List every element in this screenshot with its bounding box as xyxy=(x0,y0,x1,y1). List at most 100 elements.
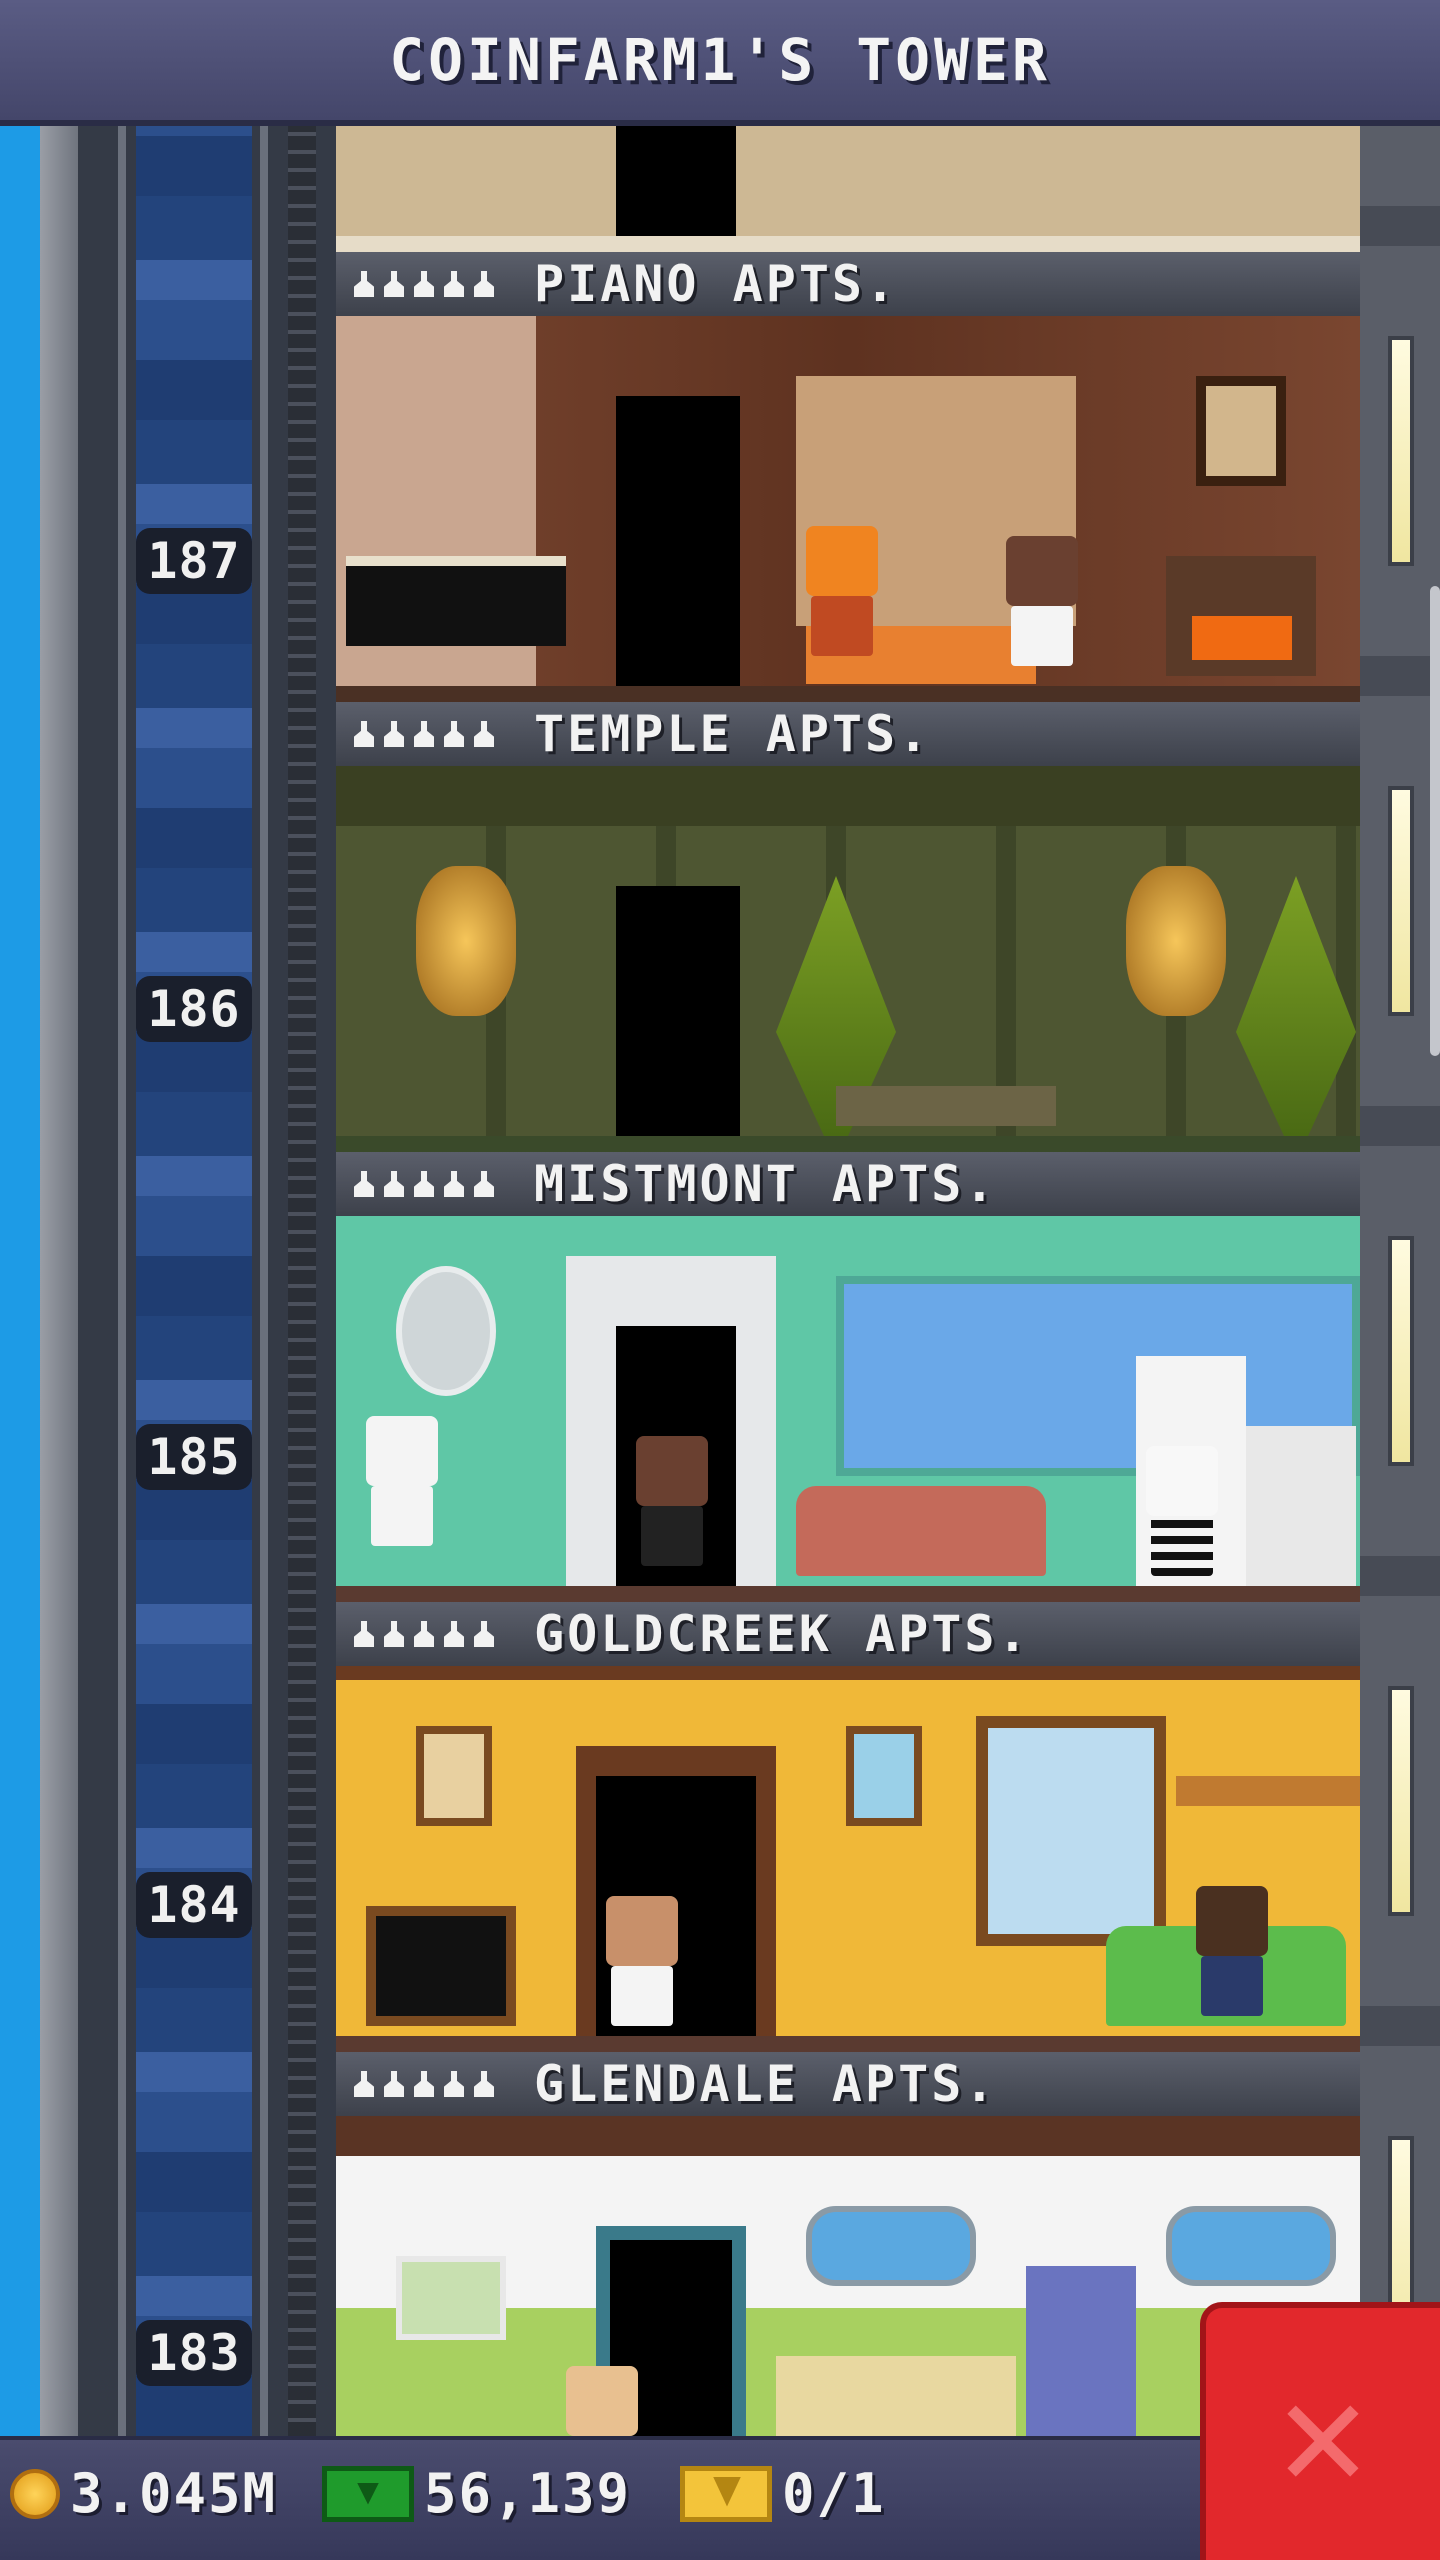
star-icon xyxy=(444,271,464,297)
door xyxy=(616,126,736,238)
window-light-icon xyxy=(1388,786,1414,1016)
coins-value: 3.045M xyxy=(70,2462,278,2525)
room-interior xyxy=(336,316,1360,702)
doctor-bitizen[interactable] xyxy=(1006,536,1078,666)
golden-head-statue-icon xyxy=(416,866,516,1016)
title-bar: COINFARM1'S TOWER xyxy=(0,0,1440,126)
bux-counter[interactable]: 56,139 xyxy=(322,2462,631,2525)
window-light-icon xyxy=(1388,336,1414,566)
plant-icon xyxy=(1236,876,1356,1136)
floor-186[interactable]: TEMPLE APTS. xyxy=(336,702,1360,1152)
star-icon xyxy=(474,1621,494,1647)
portrait-frame-icon xyxy=(416,1726,492,1826)
construction-worker-bitizen[interactable] xyxy=(806,526,878,656)
tower-bux-icon xyxy=(322,2465,414,2522)
floor-label: PIANO APTS. xyxy=(336,252,1360,316)
star-icon xyxy=(384,721,404,747)
floor-slab xyxy=(336,2036,1360,2052)
coin-icon xyxy=(10,2468,60,2519)
golden-head-statue-icon xyxy=(1126,866,1226,1016)
shaft-wall xyxy=(40,126,78,2436)
room-interior xyxy=(336,1216,1360,1602)
floor-stars xyxy=(354,721,494,747)
floor-name: TEMPLE APTS. xyxy=(534,705,932,763)
mime-bitizen[interactable] xyxy=(1146,1446,1218,1576)
tickets-value: 0/1 xyxy=(782,2462,886,2525)
floor-number-183: 183 xyxy=(136,2320,252,2386)
floor-label: MISTMONT APTS. xyxy=(336,1152,1360,1216)
scrollbar-thumb[interactable] xyxy=(1430,586,1440,1056)
close-icon: ✕ xyxy=(1277,2347,1369,2521)
doctor-bitizen[interactable] xyxy=(606,1896,678,2026)
floor-partial-top[interactable] xyxy=(336,126,1360,252)
painting-icon xyxy=(1196,376,1286,486)
floor-stars xyxy=(354,1171,494,1197)
star-icon xyxy=(474,271,494,297)
oval-window-icon xyxy=(1166,2206,1336,2286)
floor-stars xyxy=(354,1621,494,1647)
floor-name: GOLDCREEK APTS. xyxy=(534,1605,1031,1663)
floor-number-184: 184 xyxy=(136,1872,252,1938)
building-edge xyxy=(1360,126,1440,2436)
floor-stars xyxy=(354,2071,494,2097)
floor-name: PIANO APTS. xyxy=(534,255,899,313)
elevator-rail xyxy=(288,126,316,2436)
sky-strip xyxy=(0,126,40,2436)
star-icon xyxy=(414,2071,434,2097)
star-icon xyxy=(414,1621,434,1647)
elevator-shaft[interactable]: 187 186 185 184 183 xyxy=(40,126,336,2436)
window-light-icon xyxy=(1388,1236,1414,1466)
floor-stars xyxy=(354,271,494,297)
elevator-cable xyxy=(118,126,126,2436)
police-officer-bitizen[interactable] xyxy=(1196,1886,1268,2016)
floor-label: GOLDCREEK APTS. xyxy=(336,1602,1360,1666)
tower-title: COINFARM1'S TOWER xyxy=(389,26,1051,94)
sofa-icon xyxy=(796,1486,1046,1576)
ceiling-beams xyxy=(336,2116,1360,2156)
temple-frieze xyxy=(336,766,1360,826)
ceiling-trim xyxy=(336,1666,1360,1680)
sunglasses-bitizen[interactable] xyxy=(636,1436,708,1566)
floor-label: GLENDALE APTS. xyxy=(336,2052,1360,2116)
window-light-icon xyxy=(1388,1686,1414,1916)
oval-mirror-icon xyxy=(396,1266,496,1396)
bitizen[interactable] xyxy=(566,2366,638,2436)
bookshelf-icon xyxy=(1176,1776,1360,1806)
coins-counter[interactable]: 3.045M xyxy=(10,2462,277,2525)
star-icon xyxy=(474,721,494,747)
star-icon xyxy=(474,1171,494,1197)
star-icon xyxy=(444,1621,464,1647)
star-icon xyxy=(384,271,404,297)
floor-number-187: 187 xyxy=(136,528,252,594)
floor-number-185: 185 xyxy=(136,1424,252,1490)
chef-bitizen[interactable] xyxy=(366,1416,438,1546)
floor-slab xyxy=(336,236,1360,252)
floor-slab xyxy=(336,686,1360,702)
elevator-column xyxy=(136,126,252,2436)
star-icon xyxy=(354,721,374,747)
tickets-counter[interactable]: 0/1 xyxy=(680,2462,886,2525)
fridge-icon xyxy=(1026,2266,1136,2436)
star-icon xyxy=(444,2071,464,2097)
star-icon xyxy=(354,1621,374,1647)
stove-icon xyxy=(1246,1426,1356,1586)
room-interior xyxy=(336,1666,1360,2052)
floor-name: MISTMONT APTS. xyxy=(534,1155,998,1213)
door xyxy=(616,396,740,686)
star-icon xyxy=(474,2071,494,2097)
oval-window-icon xyxy=(806,2206,976,2286)
close-button[interactable]: ✕ xyxy=(1200,2302,1440,2560)
room-interior xyxy=(336,766,1360,1152)
floor-185[interactable]: MISTMONT APTS. xyxy=(336,1152,1360,1602)
star-icon xyxy=(354,2071,374,2097)
floor-184[interactable]: GOLDCREEK APTS. xyxy=(336,1602,1360,2052)
elevator-cable xyxy=(260,126,268,2436)
kitchen-counter-icon xyxy=(776,2356,1016,2436)
golden-ticket-icon xyxy=(680,2465,772,2522)
floor-slab xyxy=(336,1136,1360,1152)
star-icon xyxy=(444,1171,464,1197)
grand-piano-icon xyxy=(346,556,566,646)
picture-frame-icon xyxy=(846,1726,922,1826)
floor-slab xyxy=(336,1586,1360,1602)
floor-187[interactable]: PIANO APTS. xyxy=(336,252,1360,702)
